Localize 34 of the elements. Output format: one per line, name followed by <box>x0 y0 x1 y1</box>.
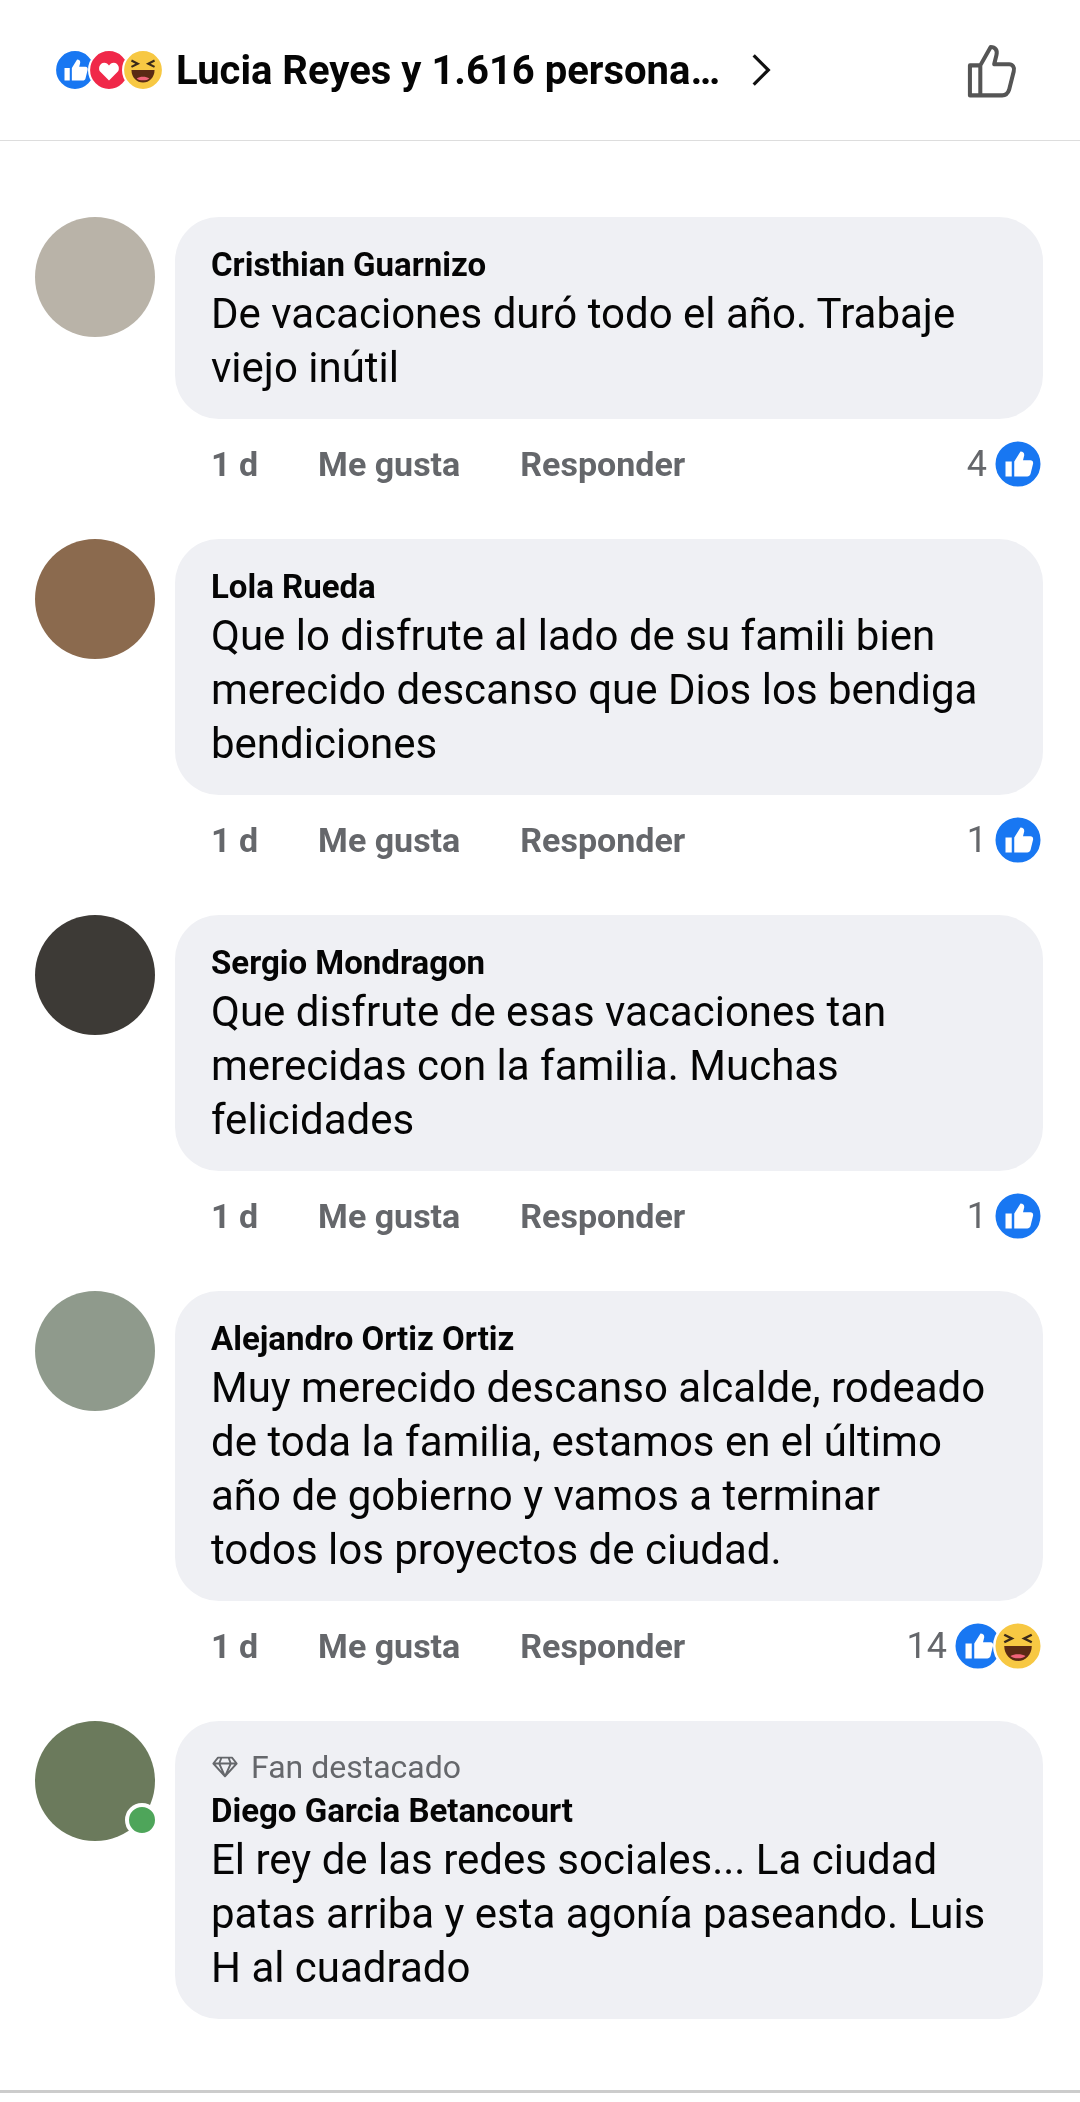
diamond-icon <box>211 1755 239 1779</box>
reply-link[interactable]: Responder <box>520 1626 686 1666</box>
comment-text: El rey de las redes sociales... La ciudad patas arriba y esta agonía paseando. Luis H al cuadrado <box>211 1834 987 1994</box>
commenter-name[interactable]: Sergio Mondragon <box>211 941 1007 985</box>
fan-label: Fan destacado <box>251 1747 462 1787</box>
comment-time: 1 d <box>211 820 259 860</box>
comment-text: Muy merecido descanso alcalde, rodeado de toda la familia, estamos en el último año de gobierno y vamos a terminar todos los proyectos de ciudad. <box>211 1362 987 1576</box>
like-link[interactable]: Me gusta <box>318 820 461 860</box>
reply-link[interactable]: Responder <box>520 1196 686 1236</box>
like-reaction-icon <box>993 815 1043 865</box>
comment-time: 1 d <box>211 444 259 484</box>
commenter-name[interactable]: Cristhian Guarnizo <box>211 243 1007 287</box>
reply-link[interactable]: Responder <box>520 820 686 860</box>
reaction-count[interactable]: 4 <box>966 443 987 485</box>
comment-text: De vacaciones duró todo el año. Trabaje viejo inútil <box>211 288 957 394</box>
reactions-summary[interactable]: Lucia Reyes y 1.616 persona… <box>176 46 721 94</box>
laughing-face-icon <box>993 1621 1043 1671</box>
reply-link[interactable]: Responder <box>520 444 686 484</box>
commenter-name[interactable]: Alejandro Ortiz Ortiz <box>211 1317 1007 1361</box>
comment-time: 1 d <box>211 1626 259 1666</box>
like-reaction-icon <box>993 1191 1043 1241</box>
comment-text: Que disfrute de esas vacaciones tan merecidas con la familia. Muchas felicidades <box>211 986 888 1146</box>
reaction-count[interactable]: 1 <box>966 1195 987 1237</box>
reaction-count[interactable]: 1 <box>966 819 987 861</box>
commenter-name[interactable]: Lola Rueda <box>211 565 1007 609</box>
like-link[interactable]: Me gusta <box>318 444 461 484</box>
comment-text: Que lo disfrute al lado de su famili bien merecido descanso que Dios los bendiga bendiciones <box>211 610 979 770</box>
like-link[interactable]: Me gusta <box>318 1196 461 1236</box>
commenter-name[interactable]: Diego Garcia Betancourt <box>211 1789 1007 1833</box>
comment-time: 1 d <box>211 1196 259 1236</box>
like-reaction-icon <box>993 439 1043 489</box>
reaction-count[interactable]: 14 <box>906 1625 947 1667</box>
like-link[interactable]: Me gusta <box>318 1626 461 1666</box>
laughing-face-icon <box>122 49 164 91</box>
